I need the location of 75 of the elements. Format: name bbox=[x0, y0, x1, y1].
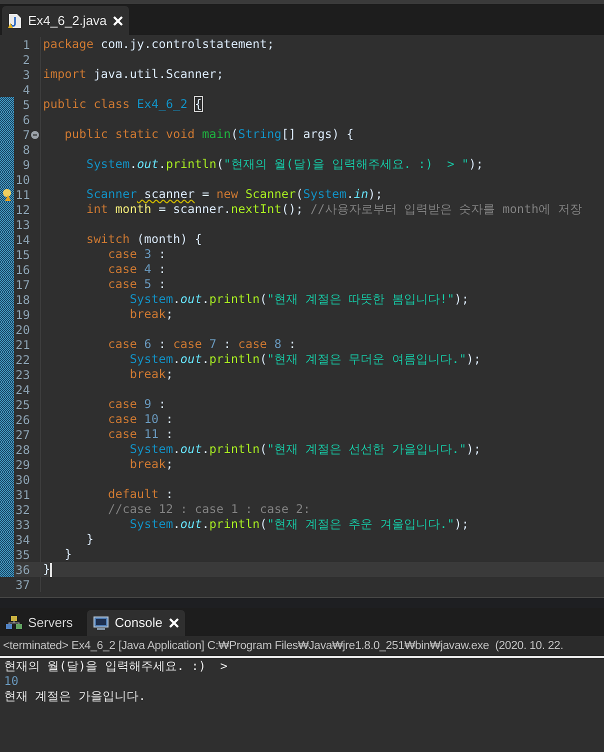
line-number: 5 bbox=[22, 96, 30, 114]
line-number: 19 bbox=[14, 306, 30, 324]
code-line: case 6 : case 7 : case 8 : bbox=[40, 337, 296, 352]
code-line: } bbox=[40, 562, 52, 577]
code-line: break; bbox=[40, 367, 174, 382]
code-line: } bbox=[40, 532, 94, 547]
code-line: case 9 : bbox=[40, 397, 166, 412]
console-status: <terminated> Ex4_6_2 [Java Application] C:₩Program Files₩Java₩jre1.8.0_251₩bin₩javaw.exe (2020. 10. 22. bbox=[3, 639, 564, 654]
line-number: 11 bbox=[14, 186, 30, 204]
line-number: 7 bbox=[22, 126, 30, 144]
line-number: 18 bbox=[14, 292, 30, 308]
line-number: 37 bbox=[14, 576, 30, 594]
line-number: 17 bbox=[14, 276, 30, 294]
line-number: 30 bbox=[14, 472, 30, 488]
servers-icon bbox=[6, 616, 22, 630]
line-number: 9 bbox=[22, 156, 30, 174]
line-number: 26 bbox=[14, 412, 30, 428]
code-line: System.out.println("현재 계절은 추운 겨울입니다."); bbox=[40, 517, 469, 532]
code-line: public static void main(String[] args) { bbox=[40, 127, 354, 142]
line-number: 32 bbox=[14, 502, 30, 518]
line-number: 4 bbox=[22, 82, 30, 98]
console-line: 현재 계절은 가을입니다. bbox=[4, 689, 146, 704]
code-line: case 4 : bbox=[40, 262, 166, 277]
close-icon[interactable] bbox=[168, 618, 178, 628]
line-number: 15 bbox=[14, 246, 30, 264]
code-line: break; bbox=[40, 307, 174, 322]
code-line: Scanner scanner = new Scanner(System.in); bbox=[40, 187, 383, 202]
line-number: 6 bbox=[22, 112, 30, 128]
code-line: System.out.println("현재 계절은 무더운 여름입니다."); bbox=[40, 352, 481, 367]
code-line: import java.util.Scanner; bbox=[40, 67, 224, 82]
panel-tab[interactable]: Console bbox=[86, 610, 184, 636]
line-number: 29 bbox=[14, 456, 30, 474]
console-line: 현재의 월(달)을 입력해주세요. :) > bbox=[4, 659, 228, 674]
code-line: System.out.println("현재 계절은 선선한 가을입니다."); bbox=[40, 442, 481, 457]
line-number: 27 bbox=[14, 426, 30, 444]
code-line: //case 12 : case 1 : case 2: bbox=[40, 502, 310, 517]
line-number: 21 bbox=[14, 336, 30, 354]
code-line: default : bbox=[40, 487, 174, 502]
line-number: 31 bbox=[14, 486, 30, 504]
line-number: 35 bbox=[14, 546, 30, 564]
line-number: 36 bbox=[14, 562, 30, 578]
code-line: switch (month) { bbox=[40, 232, 202, 247]
line-number: 2 bbox=[22, 52, 30, 68]
line-number: 24 bbox=[14, 382, 30, 398]
line-number: 25 bbox=[14, 396, 30, 414]
code-line: int month = scanner.nextInt(); //사용자로부터 입력받은 숫자를 month에 저장 bbox=[40, 202, 582, 217]
code-line: break; bbox=[40, 457, 174, 472]
line-number: 28 bbox=[14, 442, 30, 458]
line-number: 20 bbox=[14, 322, 30, 338]
line-number: 14 bbox=[14, 232, 30, 248]
code-line: System.out.println("현재 계절은 따뜻한 봄입니다!"); bbox=[40, 292, 469, 307]
code-line: package com.jy.controlstatement; bbox=[40, 37, 274, 52]
code-line: public class Ex4_6_2 { bbox=[40, 97, 202, 112]
line-number: 23 bbox=[14, 366, 30, 384]
code-line: case 11 : bbox=[40, 427, 174, 442]
console-line: 10 bbox=[4, 674, 18, 690]
code-line: System.out.println("현재의 월(달)을 입력해주세요. :) > "); bbox=[40, 157, 484, 172]
code-line: case 5 : bbox=[40, 277, 166, 292]
code-line: case 3 : bbox=[40, 247, 166, 262]
line-number: 34 bbox=[14, 532, 30, 548]
editor-tab[interactable]: Ex4_6_2.java bbox=[2, 6, 129, 35]
collapse-icon[interactable] bbox=[31, 130, 39, 138]
line-number: 33 bbox=[14, 516, 30, 534]
close-icon[interactable] bbox=[112, 16, 123, 26]
line-number: 10 bbox=[14, 172, 30, 188]
code-line: case 10 : bbox=[40, 412, 174, 427]
line-number: 8 bbox=[22, 142, 30, 158]
java-file-icon bbox=[8, 12, 22, 28]
monitor-icon bbox=[92, 616, 109, 630]
line-number: 3 bbox=[22, 66, 30, 84]
line-number: 12 bbox=[14, 202, 30, 218]
line-number: 16 bbox=[14, 262, 30, 278]
line-number: 1 bbox=[22, 36, 30, 54]
line-number: 22 bbox=[14, 352, 30, 368]
line-number: 13 bbox=[14, 216, 30, 234]
